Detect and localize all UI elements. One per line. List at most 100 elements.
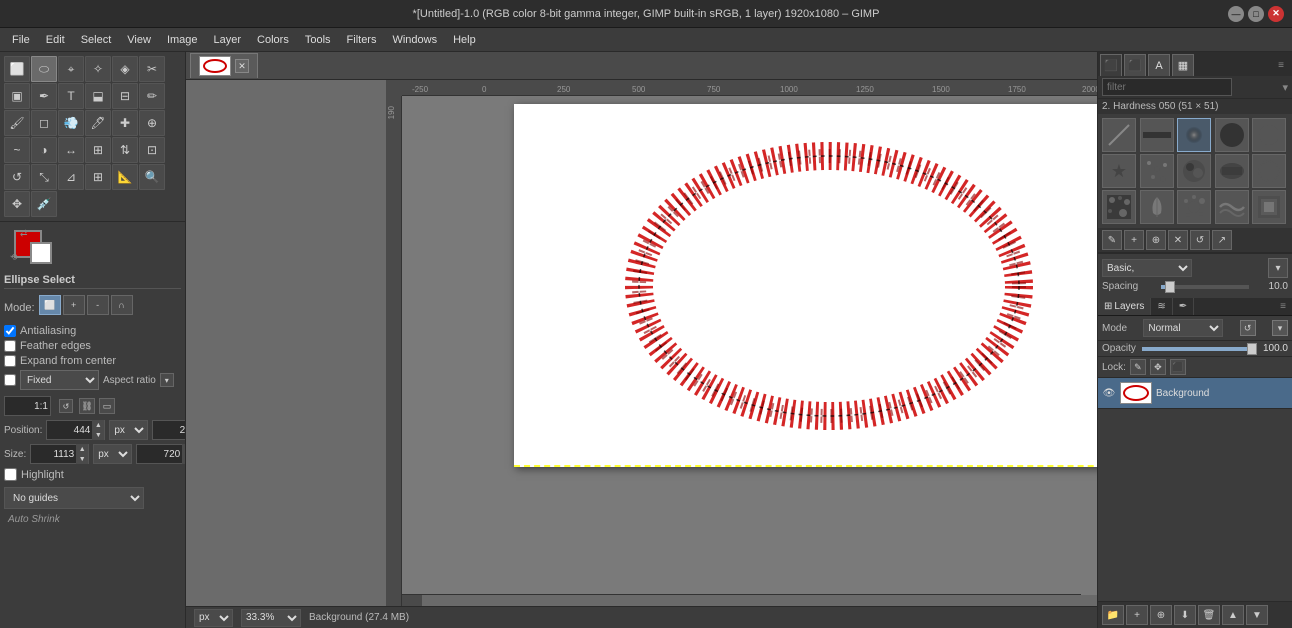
tool-heal[interactable]: ✚ <box>112 110 138 136</box>
mode-intersect-btn[interactable]: ∩ <box>111 295 133 315</box>
brush-filter-arrow-icon[interactable]: ▾ <box>1282 81 1288 94</box>
tool-airbrush[interactable]: 💨 <box>58 110 84 136</box>
spacing-slider-thumb[interactable] <box>1165 281 1175 293</box>
tool-dodge-burn[interactable]: ◑ <box>31 137 57 163</box>
ratio-chain-btn[interactable]: ⛓ <box>79 398 95 414</box>
feather-edges-checkbox[interactable] <box>4 340 16 352</box>
fixed-select[interactable]: Fixed Aspect ratio Width Height Size <box>20 370 99 390</box>
menu-view[interactable]: View <box>119 32 159 48</box>
canvas-work-area[interactable] <box>402 96 1097 608</box>
duplicate-layer-btn[interactable]: ⊕ <box>1150 605 1172 625</box>
tool-perspective[interactable]: ⊞ <box>85 164 111 190</box>
brush-preset-select[interactable]: Basic, Sketch Ink <box>1102 259 1192 277</box>
size-w-up[interactable]: ▲ <box>76 444 88 454</box>
layer-row-background[interactable]: 👁 Background <box>1098 378 1292 409</box>
menu-edit[interactable]: Edit <box>38 32 73 48</box>
reset-colors-icon[interactable]: ⟲ <box>10 252 18 263</box>
lock-alpha-btn[interactable]: ⬛ <box>1170 359 1186 375</box>
tool-color-picker[interactable]: 💉 <box>31 191 57 217</box>
tool-rotate[interactable]: ↺ <box>4 164 30 190</box>
tool-zoom[interactable]: 🔍 <box>139 164 165 190</box>
tool-blend[interactable]: ⊟ <box>112 83 138 109</box>
tool-rect-select[interactable]: ⬜ <box>4 56 30 82</box>
tool-foreground-select[interactable]: ▣ <box>4 83 30 109</box>
swap-colors-icon[interactable]: ⇄ <box>20 228 28 239</box>
tool-measure[interactable]: 📐 <box>112 164 138 190</box>
brush-item-soft050[interactable] <box>1177 118 1211 152</box>
close-button[interactable]: ✕ <box>1268 6 1284 22</box>
opacity-slider[interactable] <box>1142 347 1257 351</box>
lock-position-btn[interactable]: ✥ <box>1150 359 1166 375</box>
delete-layer-btn[interactable]: 🗑 <box>1198 605 1220 625</box>
menu-select[interactable]: Select <box>73 32 120 48</box>
ratio-value-input[interactable] <box>5 401 50 412</box>
tool-ink[interactable]: 🖊 <box>85 110 111 136</box>
brush-item-grunge2[interactable] <box>1215 154 1249 188</box>
opacity-slider-thumb[interactable] <box>1247 343 1257 355</box>
layers-panel-expand[interactable]: ≡ <box>1276 300 1290 314</box>
tool-paths[interactable]: ✒ <box>31 83 57 109</box>
size-width-input[interactable] <box>31 449 76 460</box>
tool-paintbrush[interactable]: 🖌 <box>4 110 30 136</box>
fonts-tab[interactable]: A <box>1148 54 1170 76</box>
paths-tab[interactable]: ✒ <box>1173 298 1194 315</box>
no-guides-select[interactable]: No guides Rule of thirds Golden sections <box>4 487 144 509</box>
brush-item-hard100[interactable] <box>1215 118 1249 152</box>
canvas-tab[interactable]: ✕ <box>190 53 258 78</box>
mode-replace-btn[interactable]: ⬜ <box>39 295 61 315</box>
tool-ellipse-select[interactable]: ⬭ <box>31 56 57 82</box>
menu-layer[interactable]: Layer <box>206 32 250 48</box>
unit-select[interactable]: px mm <box>194 609 233 627</box>
brush-tool-refresh[interactable]: ↺ <box>1190 230 1210 250</box>
menu-help[interactable]: Help <box>445 32 484 48</box>
menu-image[interactable]: Image <box>159 32 206 48</box>
tool-smudge[interactable]: ~ <box>4 137 30 163</box>
size-w-down[interactable]: ▼ <box>76 454 88 464</box>
pos-unit-select[interactable]: px mm <box>109 420 148 440</box>
brush-item-chalk[interactable] <box>1252 190 1286 224</box>
position-x-input[interactable] <box>47 425 92 436</box>
tool-fuzzy-select[interactable]: ✧ <box>85 56 111 82</box>
background-color[interactable] <box>30 242 52 264</box>
brush-item-hardline[interactable] <box>1140 118 1174 152</box>
ratio-portrait-btn[interactable]: ▭ <box>99 398 115 414</box>
gradients-tab[interactable]: ▦ <box>1172 54 1194 76</box>
layer-down-btn[interactable]: ▼ <box>1246 605 1268 625</box>
canvas-tab-close-btn[interactable]: ✕ <box>235 59 249 73</box>
new-layer-btn[interactable]: + <box>1126 605 1148 625</box>
tool-eraser[interactable]: ◻ <box>31 110 57 136</box>
tool-scissors[interactable]: ✂ <box>139 56 165 82</box>
size-h-down[interactable]: ▼ <box>182 454 185 464</box>
tool-move[interactable]: ✥ <box>4 191 30 217</box>
lock-pixels-btn[interactable]: ✎ <box>1130 359 1146 375</box>
brush-item-large[interactable] <box>1252 118 1286 152</box>
mode-subtract-btn[interactable]: - <box>87 295 109 315</box>
minimize-button[interactable]: — <box>1228 6 1244 22</box>
brush-item-splash[interactable] <box>1177 190 1211 224</box>
brush-tool-paint[interactable]: ✎ <box>1102 230 1122 250</box>
maximize-button[interactable]: □ <box>1248 6 1264 22</box>
pos-x-up[interactable]: ▲ <box>92 420 104 430</box>
fixed-checkbox[interactable] <box>4 374 16 386</box>
tool-shear[interactable]: ⊿ <box>58 164 84 190</box>
tool-free-select[interactable]: ⌖ <box>58 56 84 82</box>
size-h-up[interactable]: ▲ <box>182 444 185 454</box>
size-height-input[interactable] <box>137 449 182 460</box>
tool-align[interactable]: ⊞ <box>85 137 111 163</box>
brush-item-wave[interactable] <box>1215 190 1249 224</box>
new-layer-group-btn[interactable]: 📁 <box>1102 605 1124 625</box>
menu-file[interactable]: File <box>4 32 38 48</box>
brush-item-dotted[interactable] <box>1252 154 1286 188</box>
layer-up-btn[interactable]: ▲ <box>1222 605 1244 625</box>
ratio-reset-btn[interactable]: ↺ <box>59 399 73 413</box>
brush-filter-input[interactable] <box>1102 78 1232 96</box>
menu-filters[interactable]: Filters <box>339 32 385 48</box>
channels-tab[interactable]: ≋ <box>1151 298 1172 315</box>
brush-preset-arrow[interactable]: ▾ <box>1268 258 1288 278</box>
brush-tool-export[interactable]: ↗ <box>1212 230 1232 250</box>
brush-item-texture1[interactable] <box>1102 190 1136 224</box>
expand-center-checkbox[interactable] <box>4 355 16 367</box>
menu-tools[interactable]: Tools <box>297 32 339 48</box>
menu-colors[interactable]: Colors <box>249 32 297 48</box>
tool-transform[interactable]: ↔ <box>58 137 84 163</box>
